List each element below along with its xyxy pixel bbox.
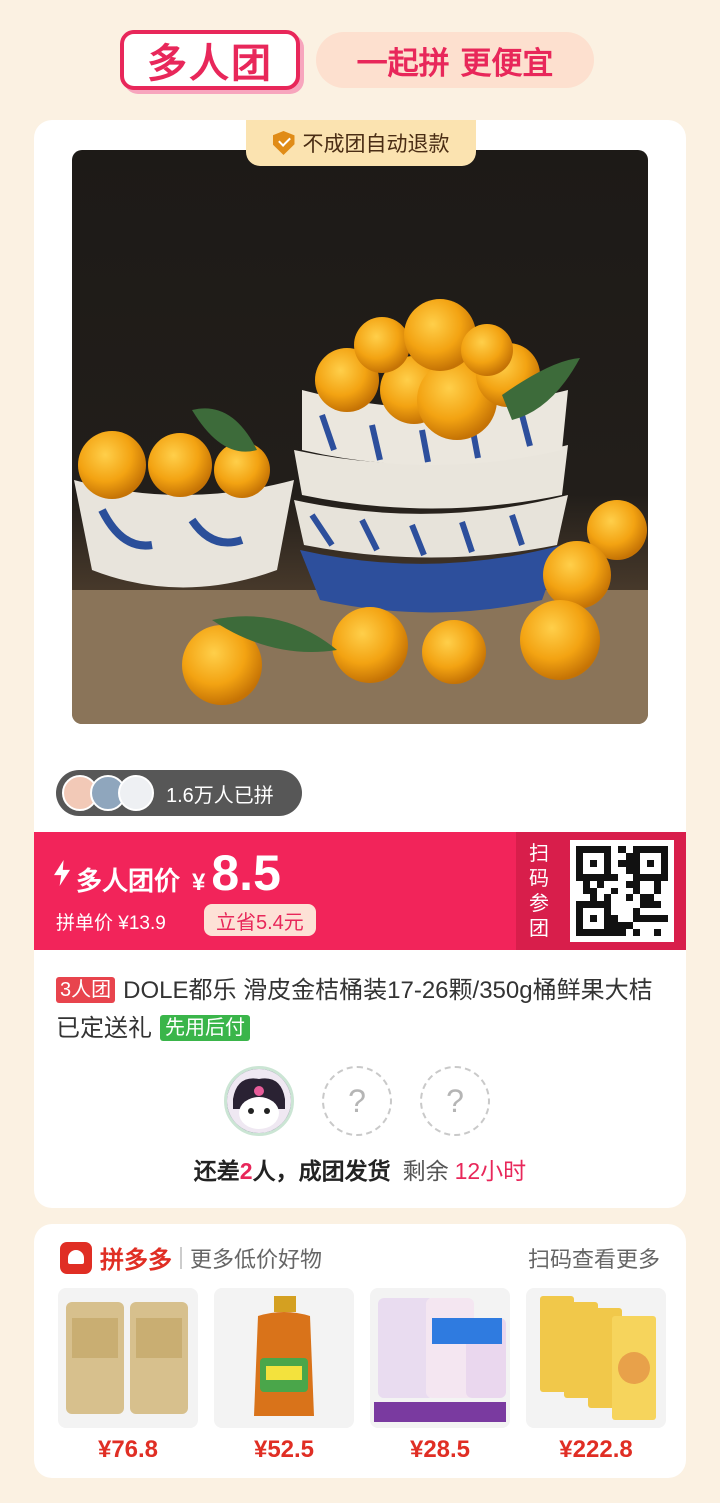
group-price: 多人团价 ¥ 8.5 (54, 844, 281, 902)
qr-code-pattern (576, 846, 668, 936)
recommend-item[interactable]: ¥222.8 (526, 1288, 666, 1464)
status-prefix: 还差 (193, 1158, 240, 1184)
recommend-header: 拼多多 更多低价好物 (60, 1240, 322, 1275)
oil-bottle-icon (254, 1296, 314, 1416)
currency-symbol: ¥ (192, 869, 206, 896)
recommend-price: ¥222.8 (559, 1436, 633, 1463)
qr-code[interactable] (570, 840, 674, 942)
empty-member-slot[interactable]: ? (322, 1066, 392, 1136)
shield-check-icon (272, 131, 295, 155)
pay-later-tag: 先用后付 (160, 1015, 250, 1041)
refund-badge: 不成团自动退款 (246, 120, 476, 166)
tea-package-icon (66, 1302, 188, 1414)
group-logo: 多人团 (120, 30, 300, 90)
recommend-list: ¥76.8 ¥52.5 ¥28.5 ¥222.8 (58, 1288, 666, 1464)
price-band: 多人团价 ¥ 8.5 拼单价 ¥13.9 立省5.4元 扫码参团 (34, 832, 686, 950)
lightning-icon (54, 860, 70, 886)
status-suffix: 人，成团发货 (252, 1158, 391, 1184)
kumquat-photo (72, 299, 648, 724)
scan-join-label: 扫码参团 (529, 843, 549, 940)
group-status: 还差2人，成团发货 剩余 12小时 (34, 1152, 686, 1186)
empty-member-slot[interactable]: ? (420, 1066, 490, 1136)
brand-name: 拼多多 (100, 1247, 172, 1274)
scan-join-panel[interactable]: 扫码参团 (516, 832, 686, 950)
save-amount-tag: 立省5.4元 (204, 904, 316, 936)
kuromi-avatar-icon (227, 1069, 291, 1133)
recommend-price: ¥28.5 (409, 1436, 471, 1463)
group-members: ? ? (224, 1066, 494, 1136)
product-title: DOLE都乐 滑皮金桔桶装17-26颗/350g桶鲜果大桔已定送礼 (56, 977, 653, 1042)
oil-bottle-image (214, 1288, 354, 1428)
divider (180, 1246, 182, 1269)
status-missing-count: 2 (239, 1158, 253, 1184)
remaining-time: 12小时 (454, 1158, 527, 1184)
recommend-subtitle: 更多低价好物 (190, 1246, 323, 1272)
group-price-label: 多人团价 (76, 866, 181, 896)
cat-food-bag-icon (540, 1296, 656, 1420)
header: 多人团 一起拼 更便宜 (0, 26, 720, 96)
product-image[interactable] (72, 150, 648, 724)
recommend-price: ¥76.8 (97, 1436, 159, 1463)
scan-more-link[interactable]: 扫码查看更多 (528, 1242, 660, 1274)
tea-bag-image (58, 1288, 198, 1428)
recommend-item[interactable]: ¥28.5 (370, 1288, 510, 1464)
pinduoduo-logo-icon (60, 1241, 92, 1274)
team-size-tag: 3人团 (56, 977, 116, 1003)
softener-image (370, 1288, 510, 1428)
joined-avatars (62, 774, 162, 812)
single-price: 拼单价 ¥13.9 (56, 913, 166, 934)
cat-food-image (526, 1288, 666, 1428)
product-title-block[interactable]: 3人团 DOLE都乐 滑皮金桔桶装17-26颗/350g桶鲜果大桔已定送礼 先用后付 (56, 972, 666, 1048)
recommend-price: ¥52.5 (253, 1436, 315, 1463)
recommend-card: 拼多多 更多低价好物 扫码查看更多 ¥76.8 ¥52.5 ¥28.5 ¥222… (34, 1224, 686, 1478)
joined-count-text: 1.6万人已拼 (166, 784, 274, 807)
slogan-pill: 一起拼 更便宜 (316, 32, 594, 88)
refund-text: 不成团自动退款 (302, 133, 450, 156)
member-avatar (224, 1066, 294, 1136)
avatar (118, 775, 154, 811)
remaining-label: 剩余 (402, 1158, 449, 1184)
product-card: 不成团自动退款 1.6万人已拼 多人团价 ¥ 8.5 拼单价 ¥13.9 立省5… (34, 120, 686, 1208)
softener-pouch-icon (374, 1298, 506, 1422)
recommend-item[interactable]: ¥76.8 (58, 1288, 198, 1464)
joined-count-pill: 1.6万人已拼 (56, 770, 302, 816)
group-price-value: 8.5 (211, 845, 281, 901)
recommend-item[interactable]: ¥52.5 (214, 1288, 354, 1464)
